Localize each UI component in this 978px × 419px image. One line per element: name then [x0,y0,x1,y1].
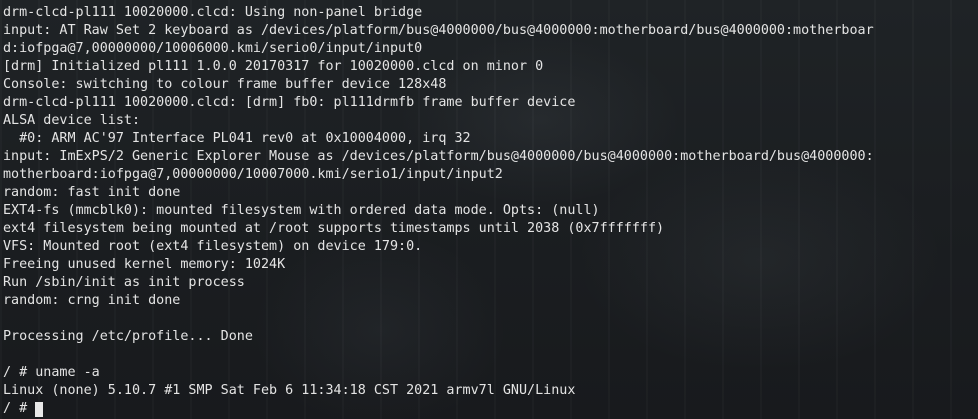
terminal-line: Run /sbin/init as init process [3,275,245,290]
terminal-line: random: crng init done [3,293,181,308]
terminal-line: [drm] Initialized pl111 1.0.0 20170317 f… [3,59,544,74]
terminal-line: motherboard:iofpga@7,00000000/10007000.k… [3,167,503,182]
terminal-line: EXT4-fs (mmcblk0): mounted filesystem wi… [3,203,600,218]
terminal-line: ext4 filesystem being mounted at /root s… [3,221,665,236]
terminal-line: Freeing unused kernel memory: 1024K [3,257,286,272]
terminal-line: ALSA device list: [3,113,141,128]
terminal-line: input: AT Raw Set 2 keyboard as /devices… [3,23,874,38]
terminal-output: drm-clcd-pl111 10020000.clcd: Using non-… [3,4,978,418]
command-prompt[interactable]: / # [3,400,978,418]
text-cursor [35,401,44,417]
terminal-window[interactable]: drm-clcd-pl111 10020000.clcd: Using non-… [0,0,978,419]
terminal-line: drm-clcd-pl111 10020000.clcd: Using non-… [3,5,423,20]
terminal-line: Linux (none) 5.10.7 #1 SMP Sat Feb 6 11:… [3,383,576,398]
terminal-line: VFS: Mounted root (ext4 filesystem) on d… [3,239,423,254]
terminal-line: Console: switching to colour frame buffe… [3,77,447,92]
terminal-line: drm-clcd-pl111 10020000.clcd: [drm] fb0:… [3,95,576,110]
terminal-line: d:iofpga@7,00000000/10006000.kmi/serio0/… [3,41,423,56]
terminal-line: Processing /etc/profile... Done [3,329,253,344]
terminal-line: input: ImExPS/2 Generic Explorer Mouse a… [3,149,874,164]
terminal-line: random: fast init done [3,185,181,200]
prompt-text: / # [3,401,36,416]
terminal-line: #0: ARM AC'97 Interface PL041 rev0 at 0x… [3,131,471,146]
terminal-line: / # uname -a [3,365,100,380]
